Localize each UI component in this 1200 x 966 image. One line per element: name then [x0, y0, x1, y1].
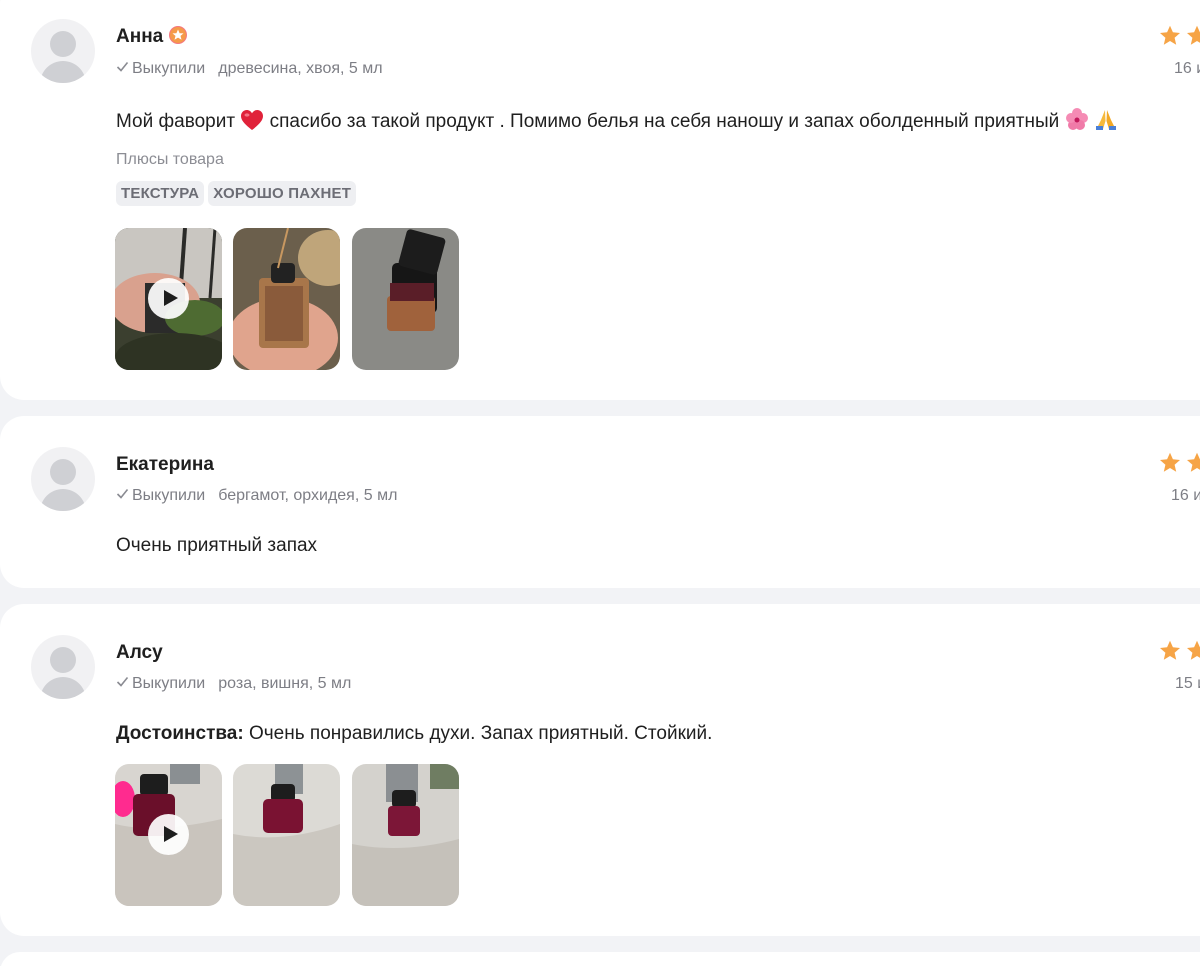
- review-text-body: Очень понравились духи. Запах приятный. …: [248, 723, 713, 744]
- star-icon: [1187, 452, 1200, 472]
- photo-thumbnail-image: [351, 764, 459, 906]
- product-variant: бергамот, орхидея, 5 мл: [218, 487, 398, 504]
- pros-tags: ТЕКСТУРА ХОРОШО ПАХНЕТ: [116, 181, 360, 206]
- author-name[interactable]: Анна: [116, 26, 163, 47]
- purchase-status: Выкупили: [132, 675, 206, 692]
- review-date: 15 и: [1175, 675, 1200, 692]
- avatar[interactable]: [31, 19, 95, 83]
- rating-stars: [1158, 639, 1200, 668]
- avatar[interactable]: [31, 447, 95, 511]
- review-author[interactable]: Анна: [116, 26, 188, 48]
- review-meta: Выкупили бергамот, орхидея, 5 мл: [116, 487, 397, 505]
- review-gallery: [115, 764, 466, 906]
- star-icon: [1160, 25, 1180, 45]
- tag-texture[interactable]: ТЕКСТУРА: [116, 181, 205, 206]
- photo-thumbnail-image: [233, 764, 341, 906]
- photo-thumbnail-image: [351, 228, 459, 370]
- review-meta: Выкупили роза, вишня, 5 мл: [116, 675, 351, 693]
- avatar[interactable]: [31, 635, 95, 699]
- tag-smells-good[interactable]: ХОРОШО ПАХНЕТ: [208, 181, 357, 206]
- play-icon[interactable]: [148, 814, 189, 855]
- pros-title: Плюсы товара: [116, 151, 224, 168]
- pros-label: Достоинства:: [116, 723, 244, 744]
- purchase-status: Выкупили: [132, 60, 206, 77]
- photo-thumbnail-image: [233, 228, 341, 370]
- reviews-feed: Анна Выкупилидревесина, хвоя, 5 мл 16 и …: [0, 0, 1200, 966]
- review-date: 16 и: [1174, 60, 1200, 77]
- author-name[interactable]: Екатерина: [116, 454, 214, 476]
- review-card: [0, 952, 1200, 966]
- play-icon[interactable]: [148, 278, 189, 319]
- check-icon: [116, 61, 129, 72]
- review-card: Екатерина Выкупили бергамот, орхидея, 5 м…: [0, 416, 1200, 588]
- review-photo-thumbnail[interactable]: [351, 228, 459, 370]
- star-icon: [1160, 640, 1180, 660]
- review-gallery: [115, 228, 466, 370]
- review-video-thumbnail[interactable]: [115, 228, 222, 370]
- top-reviewer-badge-icon: [169, 26, 188, 44]
- star-icon: [1187, 25, 1200, 45]
- review-card: Анна Выкупилидревесина, хвоя, 5 мл 16 и …: [0, 0, 1200, 400]
- review-card: Алсу Выкупили роза, вишня, 5 мл 15 и Дост…: [0, 604, 1200, 936]
- star-icon: [1160, 452, 1180, 472]
- check-icon: [116, 488, 129, 499]
- folded-hands-emoji-icon: [1095, 110, 1116, 130]
- star-icon: [1187, 640, 1200, 660]
- product-variant: древесина, хвоя, 5 мл: [218, 60, 383, 77]
- author-name[interactable]: Алсу: [116, 642, 163, 664]
- product-variant: роза, вишня, 5 мл: [218, 675, 352, 692]
- rating-stars: [1158, 24, 1200, 53]
- review-text: Мой фаворит спасибо за такой продукт . П…: [116, 107, 1118, 133]
- hibiscus-emoji-icon: [1065, 108, 1088, 130]
- review-photo-thumbnail[interactable]: [233, 228, 341, 370]
- review-video-thumbnail[interactable]: [115, 764, 222, 906]
- purchase-status: Выкупили: [132, 487, 206, 504]
- review-date: 16 и: [1171, 487, 1200, 504]
- review-text-rest: спасибо за такой продукт . Помимо белья …: [269, 111, 1060, 132]
- review-text-start: Мой фаворит: [116, 111, 236, 132]
- rating-stars: [1158, 451, 1200, 480]
- check-icon: [116, 676, 129, 687]
- review-photo-thumbnail[interactable]: [351, 764, 459, 906]
- review-photo-thumbnail[interactable]: [233, 764, 341, 906]
- review-text: Достоинства: Очень понравились духи. Зап…: [116, 723, 712, 745]
- review-meta: Выкупили древесина, хвоя, 5 мл: [116, 60, 383, 78]
- red-heart-icon: [241, 110, 264, 130]
- review-text: Очень приятный запах: [116, 535, 318, 556]
